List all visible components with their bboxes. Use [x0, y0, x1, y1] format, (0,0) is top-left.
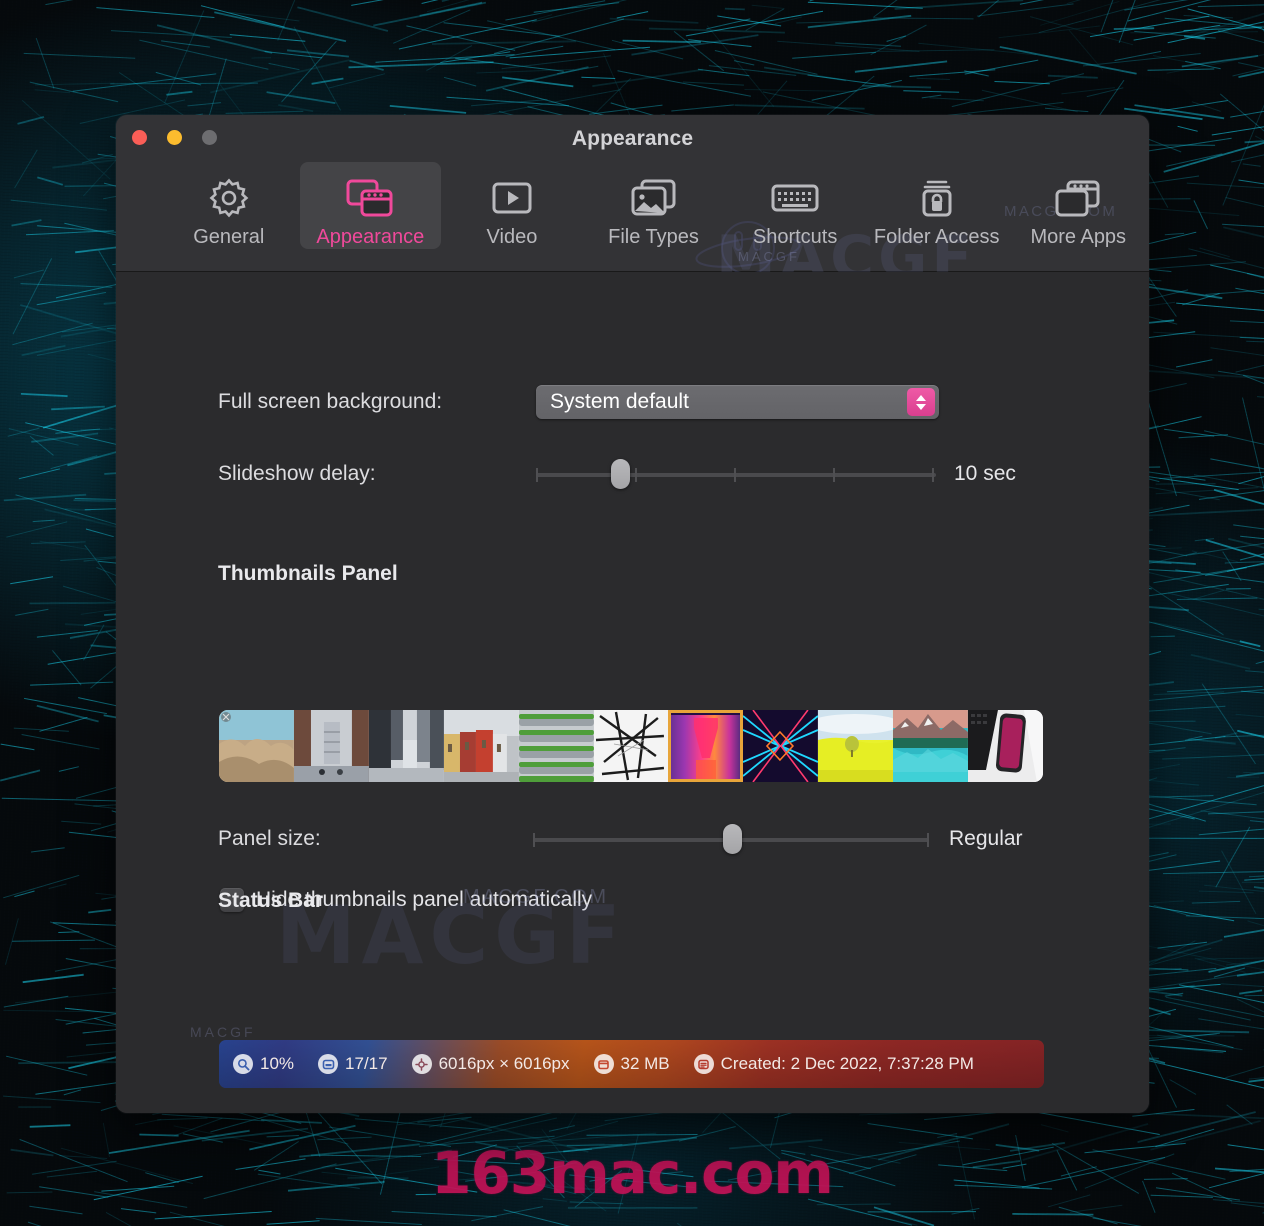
status-bar-heading: Status Bar [218, 889, 323, 913]
full-screen-background-label: Full screen background: [218, 390, 536, 414]
status-item-filesize-text: 32 MB [621, 1054, 670, 1074]
preferences-toolbar: General Appearance [116, 162, 1149, 270]
slider-tick [635, 468, 637, 482]
slider-tick [533, 833, 535, 847]
tab-more-apps[interactable]: More Apps [1007, 162, 1149, 249]
status-item-counter: 17/17 [318, 1054, 388, 1074]
slider-tick [927, 833, 929, 847]
panel-size-label: Panel size: [218, 827, 533, 851]
photo-stack-icon [629, 172, 679, 224]
tab-file-types[interactable]: File Types [583, 162, 725, 249]
thumbnail-manhattan-bridge[interactable] [294, 710, 369, 782]
thumbnail-pink-corridor-gradient[interactable] [668, 710, 743, 782]
magnifier-icon [233, 1054, 253, 1074]
window-titlebar: Appearance MACGF MACGF MACGF.COM [116, 115, 1149, 272]
thumbnail-yellow-field-tree[interactable] [818, 710, 893, 782]
status-item-created-text: Created: 2 Dec 2022, 7:37:28 PM [721, 1054, 974, 1074]
thumbnails-preview-strip[interactable] [219, 710, 1043, 782]
filesize-icon [594, 1054, 614, 1074]
lock-folder-icon [914, 172, 960, 224]
chevron-up-icon [916, 395, 926, 401]
windows-icon [345, 172, 395, 224]
tab-video-label: Video [487, 226, 538, 249]
thumbnail-mountain-lake[interactable] [893, 710, 968, 782]
slideshow-delay-slider[interactable] [536, 457, 936, 491]
status-item-zoom: 10% [233, 1054, 294, 1074]
full-screen-background-row: Full screen background: System default [218, 385, 1048, 419]
slider-tick [734, 468, 736, 482]
play-rect-icon [488, 172, 536, 224]
tab-folder-access-label: Folder Access [874, 226, 1000, 249]
window-title: Appearance [116, 127, 1149, 151]
status-bar-preview: 10% 17/17 [219, 1040, 1044, 1088]
calendar-icon [694, 1054, 714, 1074]
appearance-preferences-window: Appearance MACGF MACGF MACGF.COM [116, 115, 1149, 1113]
thumbnails-panel-heading: Thumbnails Panel [218, 562, 398, 586]
thumbnail-phone-on-desk[interactable] [968, 710, 1043, 782]
tab-general[interactable]: General [158, 162, 300, 249]
panel-size-slider[interactable] [533, 822, 929, 856]
thumbnail-black-lines-abstract[interactable] [594, 710, 669, 782]
counter-icon [318, 1054, 338, 1074]
status-item-dimensions: 6016px × 6016px [412, 1054, 570, 1074]
slider-knob[interactable] [611, 459, 630, 489]
full-screen-background-popup[interactable]: System default [536, 385, 939, 419]
status-item-dimensions-text: 6016px × 6016px [439, 1054, 570, 1074]
thumbnail-city-avenue[interactable] [369, 710, 444, 782]
status-item-filesize: 32 MB [594, 1054, 670, 1074]
keyboard-icon [769, 172, 821, 224]
tab-file-types-label: File Types [608, 226, 699, 249]
slideshow-delay-label: Slideshow delay: [218, 462, 536, 486]
tab-shortcuts-label: Shortcuts [753, 226, 837, 249]
dimensions-icon [412, 1054, 432, 1074]
macgf-watermark-mid-small: MACGF [190, 1024, 256, 1040]
status-item-created: Created: 2 Dec 2022, 7:37:28 PM [694, 1054, 974, 1074]
tab-shortcuts[interactable]: Shortcuts [724, 162, 866, 249]
slider-tick [536, 468, 538, 482]
full-screen-background-value: System default [550, 390, 689, 414]
app-windows-icon [1053, 172, 1103, 224]
panel-size-value: Regular [949, 827, 1023, 851]
slideshow-delay-value: 10 sec [954, 462, 1016, 486]
appearance-settings-panel: Full screen background: System default S… [116, 272, 1149, 1113]
status-item-counter-text: 17/17 [345, 1054, 388, 1074]
tab-video[interactable]: Video [441, 162, 583, 249]
thumbnail-desert-rocks[interactable] [219, 710, 294, 782]
gear-icon [206, 172, 252, 224]
tab-appearance[interactable]: Appearance [300, 162, 442, 249]
thumbnail-green-terraces[interactable] [519, 710, 594, 782]
stepper-icon[interactable] [907, 388, 935, 416]
chevron-down-icon [916, 404, 926, 410]
tab-more-apps-label: More Apps [1030, 226, 1126, 249]
tab-folder-access[interactable]: Folder Access [866, 162, 1008, 249]
tab-appearance-label: Appearance [316, 226, 424, 249]
thumbnail-neon-tunnel[interactable] [743, 710, 818, 782]
slideshow-delay-row: Slideshow delay: 10 sec [218, 457, 1078, 491]
tab-general-label: General [193, 226, 264, 249]
status-item-zoom-text: 10% [260, 1054, 294, 1074]
slider-knob[interactable] [723, 824, 742, 854]
slider-track [536, 473, 936, 477]
thumbnail-row-houses[interactable] [444, 710, 519, 782]
slider-tick [833, 468, 835, 482]
panel-size-row: Panel size: Regular [218, 822, 1148, 856]
slider-tick [932, 468, 934, 482]
